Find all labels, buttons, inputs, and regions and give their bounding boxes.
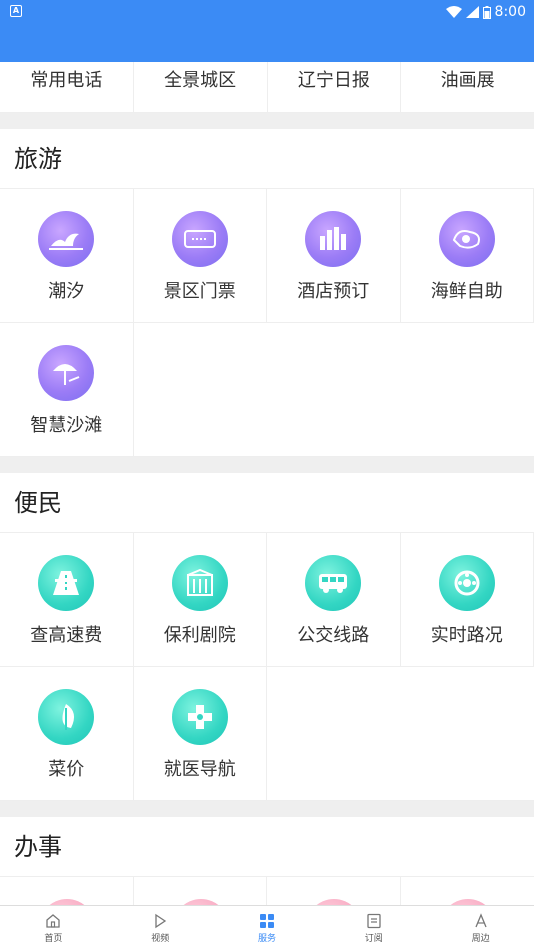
service-scenic-tickets[interactable]: 景区门票 [133,189,267,323]
tab-label: 周边 [471,934,490,944]
affairs-service[interactable] [401,877,534,905]
tab-nearby[interactable]: 周边 [427,906,534,950]
app-header [0,24,534,62]
grid-icon [259,914,274,928]
service-label: 酒店预订 [297,281,370,302]
service-hotel-booking[interactable]: 酒店预订 [267,189,401,323]
service-label: 公交线路 [297,625,370,646]
section-title-affairs: 办事 [0,817,534,877]
section-divider [0,457,534,473]
affairs-service[interactable] [0,877,134,905]
compass-icon [474,913,487,928]
tab-video[interactable]: 视频 [107,906,214,950]
service-poly-theater[interactable]: 保利剧院 [133,533,267,667]
seafood-icon [438,211,495,267]
quick-links-row: 常用电话 全景城区 辽宁日报 油画展 [0,62,534,113]
wifi-icon [445,6,462,18]
tab-label: 视频 [151,934,170,944]
service-tide[interactable]: 潮汐 [0,189,134,323]
service-vegetable-prices[interactable]: 菜价 [0,667,134,801]
tab-label: 首页 [44,934,63,944]
bus-icon [305,555,362,611]
vegetable-leaf-icon [38,689,95,745]
signal-icon [465,6,479,18]
status-bar: A 8:00 [0,0,534,24]
service-seafood-buffet[interactable]: 海鲜自助 [400,189,534,323]
quick-link-newspaper[interactable]: 辽宁日报 [268,62,402,112]
tab-home[interactable]: 首页 [0,906,107,950]
app-notification-icon: A [10,5,22,17]
service-medical-navigation[interactable]: 就医导航 [133,667,267,801]
section-title-travel: 旅游 [0,129,534,189]
beach-umbrella-icon [38,345,95,401]
clock: 8:00 [494,4,526,20]
service-label: 实时路况 [430,625,503,646]
convenience-grid: 查高速费 保利剧院 公交线路 实时路况 菜价 就医导航 [0,533,534,801]
service-label: 景区门票 [163,281,236,302]
tab-label: 订阅 [364,934,383,944]
traffic-camera-icon [438,555,495,611]
service-live-traffic[interactable]: 实时路况 [400,533,534,667]
grid-empty-space [267,667,534,801]
medical-cross-icon [171,689,228,745]
travel-grid: 潮汐 景区门票 酒店预订 海鲜自助 智慧沙滩 [0,189,534,457]
tab-subscribe[interactable]: 订阅 [320,906,427,950]
service-bus-routes[interactable]: 公交线路 [267,533,401,667]
highway-road-icon [38,555,95,611]
quick-link-panorama[interactable]: 全景城区 [134,62,268,112]
section-divider [0,113,534,129]
grid-empty-space [133,323,534,457]
bottom-tab-bar: 首页 视频 服务 订阅 周边 [0,905,534,950]
affairs-service[interactable] [267,877,401,905]
play-icon [155,913,167,929]
affairs-service[interactable] [134,877,267,905]
theater-building-icon [171,555,228,611]
tide-icon [38,211,95,267]
service-label: 潮汐 [48,281,85,302]
service-highway-fee[interactable]: 查高速费 [0,533,134,667]
tab-label: 服务 [257,934,276,944]
tab-services[interactable]: 服务 [214,906,321,950]
home-icon [46,914,61,928]
service-label: 查高速费 [30,625,103,646]
service-label: 海鲜自助 [430,281,503,302]
battery-icon [482,5,491,19]
section-title-convenience: 便民 [0,473,534,533]
document-icon [367,913,381,929]
service-label: 保利剧院 [163,625,236,646]
service-label: 就医导航 [163,759,236,780]
quick-link-phone[interactable]: 常用电话 [0,62,134,112]
services-content[interactable]: 常用电话 全景城区 辽宁日报 油画展 旅游 潮汐 景区门票 酒店预订 海鲜自助 … [0,62,534,905]
service-label: 智慧沙滩 [30,415,103,436]
quick-link-painting[interactable]: 油画展 [401,62,534,112]
service-smart-beach[interactable]: 智慧沙滩 [0,323,134,457]
affairs-grid [0,877,534,905]
hotel-building-icon [305,211,362,267]
ticket-icon [171,211,228,267]
section-divider [0,801,534,817]
service-label: 菜价 [48,759,85,780]
